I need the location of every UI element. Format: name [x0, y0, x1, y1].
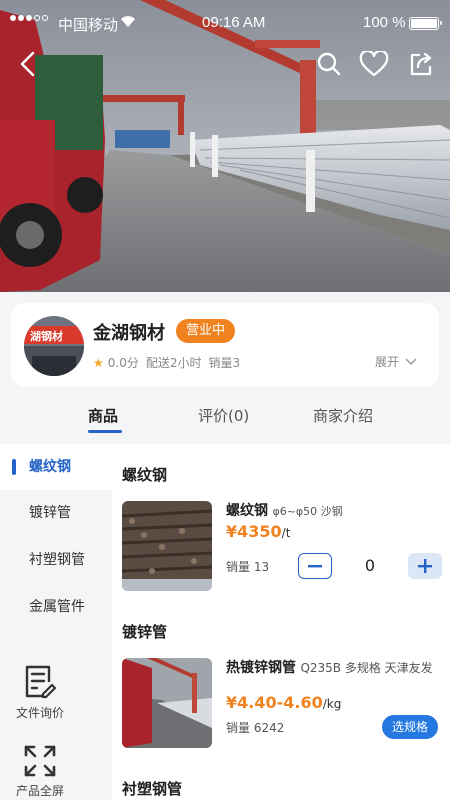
product-price: ¥4.40-4.60: [226, 693, 323, 712]
category-item-galvanized-pipe[interactable]: 镀锌管: [0, 490, 112, 536]
quantity-value: 0: [364, 556, 376, 575]
plus-icon: [418, 559, 432, 573]
favorite-button[interactable]: [356, 46, 392, 82]
star-icon: ★: [93, 355, 104, 370]
product-spec: Q235B 多规格 天津友发: [300, 661, 433, 675]
category-item-plastic-lined-pipe[interactable]: 衬塑钢管: [0, 537, 112, 583]
tab-products[interactable]: 商品: [88, 405, 118, 426]
category-label: 衬塑钢管: [29, 552, 85, 568]
tab-shop-intro[interactable]: 商家介绍: [313, 405, 373, 426]
back-button[interactable]: [10, 46, 46, 82]
product-card-rebar[interactable]: 螺纹钢 φ6~φ50 沙钢 ¥4350/t 销量 13 0: [122, 501, 442, 593]
expand-button[interactable]: 展开: [375, 353, 417, 370]
product-title: 螺纹钢 φ6~φ50 沙钢: [226, 503, 444, 520]
battery-icon: [409, 17, 442, 30]
search-button[interactable]: [311, 46, 347, 82]
shop-avatar[interactable]: 湖钢材: [24, 316, 84, 376]
product-list: 螺纹钢 螺纹钢 φ6~φ50 沙钢 ¥4350/t 销量 13 0 镀锌管 热镀…: [112, 444, 450, 800]
section-title: 螺纹钢: [122, 466, 168, 484]
product-name: 螺纹钢: [226, 503, 268, 519]
product-price: ¥4350: [226, 522, 282, 541]
category-sidebar: 螺纹钢 镀锌管 衬塑钢管 金属管件 文件询价 产品全屏: [0, 444, 112, 800]
product-image[interactable]: [122, 658, 212, 748]
increase-quantity-button[interactable]: [408, 553, 442, 579]
search-icon: [317, 52, 341, 76]
product-unit: /kg: [322, 697, 342, 711]
product-price-row: ¥4.40-4.60/kg: [226, 693, 341, 712]
product-sales: 销量 6242: [226, 721, 285, 735]
file-inquiry-button[interactable]: 文件询价: [0, 664, 80, 721]
active-tab-indicator: [88, 430, 122, 433]
chevron-left-icon: [20, 51, 35, 77]
category-label: 镀锌管: [29, 505, 71, 521]
category-item-rebar[interactable]: 螺纹钢: [0, 444, 112, 490]
shop-rating: 0.0分: [107, 356, 139, 370]
minus-icon: [308, 565, 322, 568]
section-title: 镀锌管: [122, 623, 168, 641]
shop-status-badge: 营业中: [176, 319, 236, 343]
document-edit-icon: [25, 665, 57, 699]
product-title: 热镀锌钢管 Q235B 多规格 天津友发: [226, 660, 444, 676]
shop-tabs: 商品 评价(0) 商家介绍: [0, 396, 450, 442]
shop-sales: 销量3: [208, 356, 241, 370]
product-spec: φ6~φ50 沙钢: [272, 505, 343, 518]
chevron-down-icon: [405, 357, 417, 365]
status-bar: 中国移动 09:16 AM 100 %: [0, 0, 450, 46]
file-inquiry-label: 文件询价: [15, 706, 64, 720]
signal-strength-icon: [10, 15, 48, 21]
product-name: 热镀锌钢管: [226, 660, 296, 676]
product-image[interactable]: [122, 501, 212, 591]
tab-reviews[interactable]: 评价(0): [198, 405, 249, 426]
heart-icon: [359, 51, 389, 77]
fullscreen-button[interactable]: 产品全屏: [0, 744, 80, 799]
shop-name: 金湖钢材: [93, 323, 165, 344]
product-card-galvanized-pipe[interactable]: 热镀锌钢管 Q235B 多规格 天津友发 ¥4.40-4.60/kg 销量 62…: [122, 658, 442, 750]
product-sales: 销量 13: [226, 560, 270, 574]
expand-label: 展开: [374, 355, 399, 369]
battery-percent: 100 %: [363, 14, 406, 31]
shop-info-card: 湖钢材 金湖钢材 营业中 ★ 0.0分 配送2小时 销量3 展开: [11, 303, 439, 387]
category-item-metal-fittings[interactable]: 金属管件: [0, 584, 112, 630]
clock: 09:16 AM: [202, 14, 266, 31]
shop-avatar-sign-text: 湖钢材: [30, 330, 63, 343]
decrease-quantity-button[interactable]: [298, 553, 332, 579]
fullscreen-label: 产品全屏: [15, 784, 64, 798]
share-button[interactable]: [403, 46, 439, 82]
carrier-name: 中国移动: [58, 17, 119, 34]
product-price-row: ¥4350/t: [226, 522, 290, 541]
active-category-indicator: [12, 459, 16, 475]
section-title: 衬塑钢管: [122, 780, 183, 798]
category-label: 螺纹钢: [29, 459, 71, 475]
shop-meta: ★ 0.0分 配送2小时 销量3: [93, 354, 240, 371]
shop-delivery-time: 配送2小时: [145, 356, 202, 370]
wifi-icon: [120, 15, 136, 32]
share-icon: [410, 52, 432, 76]
fullscreen-icon: [24, 745, 56, 777]
product-unit: /t: [281, 526, 291, 540]
category-label: 金属管件: [29, 599, 85, 615]
select-spec-button[interactable]: 选规格: [382, 715, 439, 739]
